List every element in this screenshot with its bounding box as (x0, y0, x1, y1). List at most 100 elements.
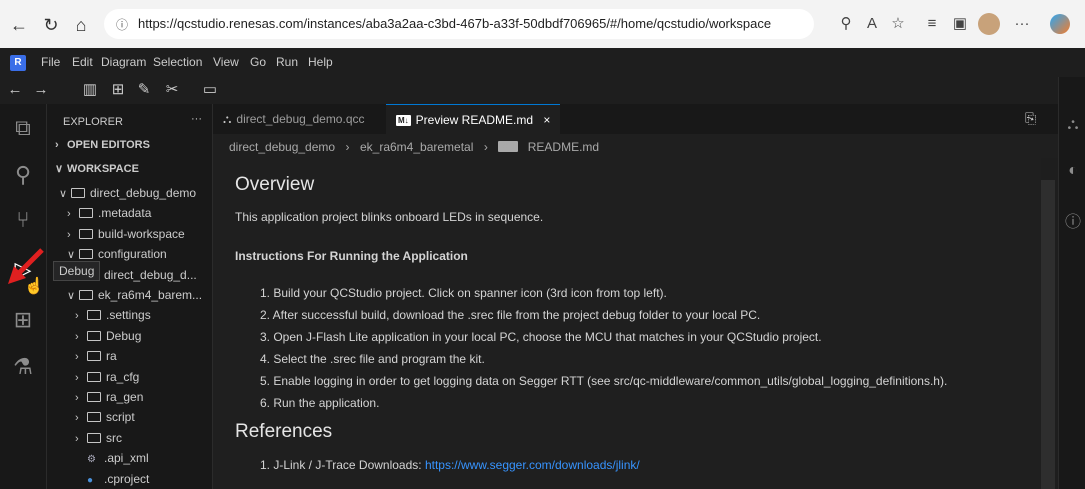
explorer-more-icon[interactable]: ··· (191, 113, 202, 125)
folder-icon (79, 249, 93, 260)
tree-folder[interactable]: ∨ direct_debug_demo (59, 184, 196, 202)
menu-run[interactable]: Run (276, 55, 298, 69)
forward-nav-icon[interactable]: → (31, 80, 51, 100)
palette-icon[interactable]: ◐ (1063, 161, 1083, 181)
folder-icon (87, 351, 101, 362)
new-project-icon[interactable]: ⊞ (108, 80, 128, 100)
heading-overview: Overview (235, 174, 315, 195)
settings-file-icon: ⚙ (87, 454, 96, 466)
panel-toggle-icon[interactable]: ▥ (80, 80, 100, 100)
tree-folder[interactable]: › .metadata (67, 204, 151, 222)
refresh-icon[interactable]: ↻ (40, 14, 62, 36)
location-icon[interactable]: ⚲ (836, 14, 856, 34)
tree-label: direct_debug_demo (90, 186, 197, 200)
tree-folder[interactable]: › build-workspace (67, 225, 185, 243)
back-nav-icon[interactable]: ← (5, 80, 25, 100)
tab-preview-readme[interactable]: M↓ Preview README.md × (386, 104, 561, 134)
instructions-heading: Instructions For Running the Application (235, 249, 468, 263)
menu-edit[interactable]: Edit (72, 55, 93, 69)
menu-view[interactable]: View (213, 55, 239, 69)
tree-label: .cproject (104, 471, 150, 486)
tree-file[interactable]: ⚙ .api_xml (75, 449, 149, 467)
list-item: 5. Enable logging in order to get loggin… (260, 374, 948, 388)
tab-qcc[interactable]: ⛬ direct_debug_demo.qcc (213, 104, 375, 134)
menu-selection[interactable]: Selection (153, 55, 202, 69)
tree-label: ra (106, 349, 117, 364)
tree-folder[interactable]: › ra_gen (75, 388, 143, 406)
source-control-icon[interactable]: ⑂ (8, 205, 38, 235)
chevron-right-icon: › (75, 330, 79, 343)
tree-label: configuration (98, 247, 167, 262)
chevron-right-icon: › (67, 228, 71, 241)
close-tab-icon[interactable]: × (543, 113, 550, 127)
folder-icon (87, 371, 101, 382)
explorer-icon[interactable]: ⧉ (8, 113, 38, 143)
url-text[interactable]: https://qcstudio.renesas.com/instances/a… (138, 16, 771, 31)
read-aloud-icon[interactable]: A (862, 14, 882, 34)
window-icon[interactable]: ▭ (200, 80, 220, 100)
testing-icon[interactable]: ⚗ (8, 352, 38, 382)
menu-go[interactable]: Go (250, 55, 266, 69)
tree-label: build-workspace (98, 226, 185, 241)
diagram-panel-icon[interactable]: ⛬ (1063, 115, 1083, 135)
site-info-icon[interactable]: ⓘ (116, 16, 128, 33)
chevron-right-icon: › (75, 371, 79, 384)
tree-label: .settings (106, 308, 151, 323)
list-item: 4. Select the .srec file and program the… (260, 352, 485, 366)
folder-icon (79, 290, 93, 300)
folder-icon (79, 228, 93, 239)
markdown-preview: Overview This application project blinks… (213, 158, 1041, 489)
tree-folder[interactable]: › .settings (75, 306, 151, 324)
heading-references: References (235, 421, 333, 442)
tree-file[interactable]: ● .cproject (75, 470, 149, 488)
menu-file[interactable]: File (41, 55, 60, 69)
open-source-icon[interactable]: ⎘ (1025, 110, 1036, 127)
tree-label: direct_debug_d... (104, 267, 197, 282)
jlink-download-link[interactable]: https://www.segger.com/downloads/jlink/ (425, 458, 640, 472)
breadcrumb-folder[interactable]: ek_ra6m4_baremetal (360, 140, 473, 154)
list-item: 2. After successful build, download the … (260, 308, 761, 322)
address-bar[interactable]: ⓘ https://qcstudio.renesas.com/instances… (104, 9, 814, 39)
extensions-icon[interactable]: ⊞ (8, 305, 38, 335)
more-icon[interactable]: ··· (1012, 14, 1032, 34)
project-file-icon: ● (87, 474, 94, 486)
chevron-down-icon: ∨ (59, 188, 68, 200)
tree-label: .metadata (98, 206, 152, 221)
breadcrumb-file[interactable]: README.md (528, 140, 599, 154)
intro-text: This application project blinks onboard … (235, 210, 544, 224)
copilot-icon[interactable] (1050, 14, 1070, 34)
tree-folder[interactable]: ∨ ek_ra6m4_barem... (67, 286, 202, 304)
home-icon[interactable]: ⌂ (70, 14, 92, 36)
preview-scrollbar[interactable] (1041, 180, 1055, 489)
avatar[interactable] (978, 13, 1000, 35)
tree-label: .api_xml (104, 451, 149, 466)
folder-icon (79, 208, 93, 219)
breadcrumb-project[interactable]: direct_debug_demo (229, 140, 335, 154)
open-editors-header[interactable]: › OPEN EDITORS (55, 139, 150, 151)
tree-label: Debug (106, 328, 142, 343)
chevron-right-icon: › (75, 412, 79, 425)
tree-folder[interactable]: › ra_cfg (75, 368, 139, 386)
reference-item: 1. J-Link / J-Trace Downloads: https://w… (260, 458, 640, 472)
menu-diagram[interactable]: Diagram (101, 55, 146, 69)
tree-folder[interactable]: › ra (75, 347, 117, 365)
workspace-header[interactable]: ∨ WORKSPACE (55, 162, 139, 175)
spanner-icon[interactable]: ✎ (134, 80, 154, 100)
favorites-list-icon[interactable]: ≡ (922, 14, 942, 34)
tree-folder[interactable]: › Debug (75, 327, 141, 345)
info-icon[interactable]: ⓘ (1063, 213, 1083, 233)
favorite-icon[interactable]: ☆ (888, 14, 908, 34)
tree-label: ra_cfg (106, 369, 140, 384)
chevron-right-icon: › (75, 432, 79, 445)
hand-cursor-icon: ☝ (24, 278, 44, 295)
search-icon[interactable]: ⚲ (8, 160, 38, 190)
chevron-down-icon: ∨ (67, 290, 76, 302)
markdown-icon: M↓ (498, 139, 519, 153)
back-icon[interactable]: ← (8, 14, 30, 36)
menu-help[interactable]: Help (308, 55, 333, 69)
tree-folder[interactable]: › script (75, 408, 135, 426)
editor-tabs: ⛬ direct_debug_demo.qcc M↓ Preview README.… (213, 104, 1058, 135)
tree-folder[interactable]: › src (75, 429, 122, 447)
chevron-right-icon: › (75, 392, 79, 404)
collections-icon[interactable]: ▣ (950, 14, 970, 34)
